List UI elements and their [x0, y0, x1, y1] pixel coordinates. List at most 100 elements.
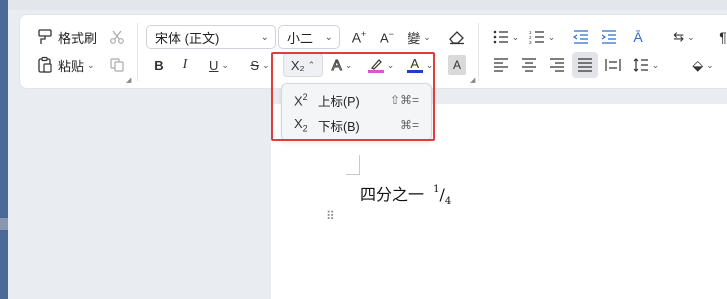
- subscript-label: 下标(B): [318, 119, 360, 134]
- superscript-shortcut: ⇧⌘=: [389, 93, 419, 107]
- font-size-select[interactable]: 小二 ⌄: [278, 25, 340, 49]
- font-dialog-launcher[interactable]: ◢: [470, 76, 475, 84]
- underline-button[interactable]: U ⌄: [202, 53, 236, 77]
- chevron-up-icon: ⌃: [307, 59, 316, 70]
- text-direction-button[interactable]: ⇆ ⌄: [668, 25, 700, 49]
- decrease-indent-icon: [573, 30, 588, 44]
- highlight-color-button[interactable]: ⌄: [365, 53, 397, 77]
- align-left-button[interactable]: [490, 53, 512, 77]
- scissors-icon: [110, 30, 124, 44]
- distributed-button[interactable]: [602, 53, 624, 77]
- top-tab-strip: [8, 0, 727, 10]
- justify-button[interactable]: [572, 52, 598, 78]
- copy-button[interactable]: [106, 53, 128, 77]
- document-paragraph[interactable]: 四分之一 1/4: [360, 181, 452, 208]
- font-family-select[interactable]: 宋体 (正文) ⌄: [146, 25, 276, 49]
- align-center-button[interactable]: [518, 53, 540, 77]
- eraser-icon: [449, 31, 464, 45]
- bold-button[interactable]: B: [148, 53, 170, 77]
- align-left-icon: [494, 58, 508, 72]
- font-family-value: 宋体 (正文): [155, 30, 220, 46]
- format-painter-icon: [38, 29, 52, 44]
- group-separator: [137, 23, 138, 81]
- increase-indent-icon: [601, 30, 616, 44]
- italic-button[interactable]: I: [174, 53, 196, 77]
- copy-icon: [110, 58, 124, 72]
- text-direction-icon: ⇆: [673, 29, 685, 44]
- bold-icon: B: [154, 57, 164, 73]
- grow-font-icon: A+: [351, 28, 367, 46]
- strikethrough-icon: S: [250, 57, 260, 73]
- chevron-down-icon: ⌄: [651, 59, 660, 70]
- clipboard-dialog-launcher[interactable]: ◢: [126, 76, 131, 84]
- strikethrough-button[interactable]: S ⌄: [246, 53, 274, 77]
- increase-indent-button[interactable]: [598, 25, 620, 49]
- underline-icon: U: [209, 57, 219, 73]
- align-right-button[interactable]: [546, 53, 568, 77]
- subscript-superscript-button[interactable]: X₂ ⌃: [283, 53, 323, 77]
- fraction-denominator: 4: [444, 196, 452, 208]
- subscript-icon: X2: [294, 116, 308, 134]
- line-spacing-button[interactable]: ⌄: [630, 53, 662, 77]
- align-center-icon: [522, 58, 536, 72]
- chevron-down-icon: ⌄: [344, 59, 353, 70]
- bullets-button[interactable]: ⌄: [490, 25, 522, 49]
- paint-bucket-icon: ⬙: [692, 56, 704, 73]
- chevron-down-icon: ⌄: [687, 31, 695, 42]
- format-painter-label: 格式刷: [58, 30, 98, 46]
- cut-button[interactable]: [106, 25, 128, 49]
- decrease-indent-button[interactable]: [570, 25, 592, 49]
- chevron-down-icon: ⌄: [511, 31, 520, 42]
- block-drag-handle[interactable]: ⠿: [326, 210, 336, 229]
- left-window-edge: [0, 0, 8, 299]
- chevron-down-icon: ⌄: [221, 59, 229, 70]
- paragraph-mark-icon: ¶: [719, 29, 727, 45]
- superscript-icon: X2: [294, 91, 308, 109]
- shrink-font-icon: A−: [380, 28, 394, 46]
- group-separator: [478, 23, 479, 81]
- format-painter-button[interactable]: 格式刷: [36, 25, 97, 49]
- phonetic-guide-button[interactable]: 變 ⌄: [402, 25, 436, 49]
- shrink-font-button[interactable]: A−: [376, 25, 398, 49]
- bullet-list-icon: [493, 30, 508, 44]
- font-color-button[interactable]: A ⌄: [404, 53, 436, 77]
- edge-marker: [0, 218, 8, 230]
- paragraph-shading-button[interactable]: ⬙ ⌄: [686, 53, 720, 77]
- superscript-label: 上标(P): [318, 94, 360, 109]
- document-text: 四分之一: [360, 185, 425, 204]
- character-shading-button[interactable]: A: [448, 55, 466, 75]
- show-marks-button[interactable]: ¶: [712, 25, 727, 49]
- highlight-color-swatch: [367, 69, 384, 73]
- paste-label: 粘贴: [58, 58, 85, 74]
- numbered-list-icon: 123: [529, 30, 544, 44]
- text-effects-button[interactable]: A ⌄: [327, 53, 357, 77]
- justify-icon: [578, 58, 592, 72]
- home-ribbon: 格式刷 粘贴 ⌄ ◢ 宋体 (正文) ⌄ 小二 ⌄ A+ A− 變 ⌄ B I …: [19, 14, 727, 89]
- svg-text:3: 3: [529, 40, 532, 44]
- subscript-icon: X₂: [290, 57, 305, 73]
- change-case-button[interactable]: Ā: [626, 25, 650, 49]
- font-color-icon: A: [406, 57, 423, 73]
- subscript-superscript-menu: X2 上标(P) ⇧⌘= X2 下标(B) ⌘=: [281, 83, 432, 141]
- line-spacing-icon: [633, 58, 648, 72]
- superscript-menu-item[interactable]: X2 上标(P) ⇧⌘=: [286, 88, 429, 112]
- subscript-menu-item[interactable]: X2 下标(B) ⌘=: [286, 113, 429, 137]
- font-size-value: 小二: [287, 30, 314, 46]
- chevron-down-icon: ⌄: [423, 31, 431, 42]
- subscript-shortcut: ⌘=: [399, 118, 419, 132]
- clipboard-icon: [38, 56, 52, 73]
- chevron-down-icon: ⌄: [425, 59, 434, 70]
- paste-button[interactable]: 粘贴 ⌄: [36, 53, 95, 77]
- chevron-down-icon: ⌄: [386, 59, 395, 70]
- chevron-down-icon: ⌄: [260, 32, 269, 43]
- character-shading-icon: A: [452, 58, 461, 72]
- chevron-down-icon: ⌄: [547, 31, 556, 42]
- numbering-button[interactable]: 123 ⌄: [526, 25, 558, 49]
- chevron-down-icon: ⌄: [262, 59, 270, 70]
- clear-formatting-button[interactable]: [446, 25, 468, 49]
- chevron-down-icon: ⌄: [87, 59, 95, 70]
- fraction-numerator: 1: [433, 183, 440, 195]
- font-color-swatch: [406, 69, 423, 73]
- grow-font-button[interactable]: A+: [348, 25, 370, 49]
- change-case-icon: Ā: [633, 29, 643, 45]
